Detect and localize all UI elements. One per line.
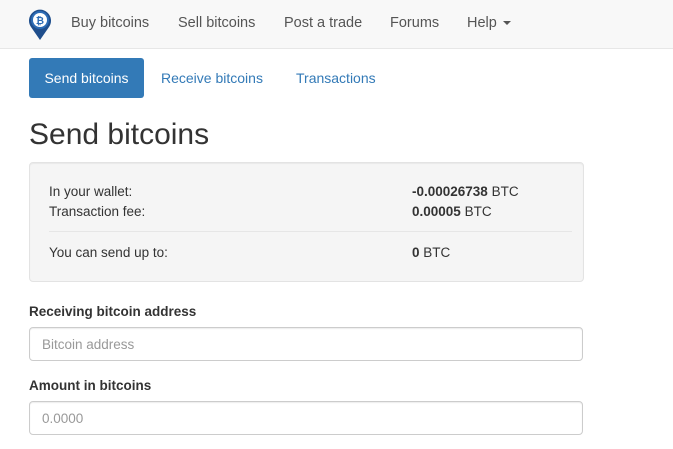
wallet-balance-unit: BTC: [491, 184, 519, 199]
caret-down-icon: [502, 21, 511, 25]
amount-label: Amount in bitcoins: [29, 378, 152, 393]
transaction-fee-value: 0.00005 BTC: [412, 204, 492, 219]
divider: [49, 231, 572, 232]
tab-send-bitcoins[interactable]: Send bitcoins: [29, 58, 144, 98]
transaction-fee-amount: 0.00005: [412, 204, 461, 219]
send-limit-label: You can send up to:: [49, 245, 168, 260]
send-limit-value: 0 BTC: [412, 245, 450, 260]
wallet-summary-panel: In your wallet: -0.00026738 BTC Transact…: [29, 162, 584, 282]
wallet-balance-value: -0.00026738 BTC: [412, 184, 519, 199]
receiving-address-label: Receiving bitcoin address: [29, 304, 197, 319]
nav-help-dropdown[interactable]: Help: [467, 0, 511, 48]
wallet-balance-amount: -0.00026738: [412, 184, 488, 199]
bitcoin-logo-icon[interactable]: ₿: [26, 7, 54, 41]
nav-forums[interactable]: Forums: [390, 0, 439, 48]
wallet-balance-label: In your wallet:: [49, 184, 133, 199]
svg-text:₿: ₿: [36, 15, 44, 27]
transaction-fee-label: Transaction fee:: [49, 204, 146, 219]
nav-help-label: Help: [467, 15, 497, 31]
nav-buy-bitcoins[interactable]: Buy bitcoins: [71, 0, 149, 48]
send-limit-unit: BTC: [423, 245, 451, 260]
page-title: Send bitcoins: [29, 118, 210, 151]
nav-sell-bitcoins[interactable]: Sell bitcoins: [178, 0, 255, 48]
top-navbar: ₿ Buy bitcoins Sell bitcoins Post a trad…: [0, 0, 673, 49]
bitcoin-address-input[interactable]: [29, 327, 583, 361]
transaction-fee-unit: BTC: [464, 204, 492, 219]
amount-input[interactable]: [29, 401, 583, 435]
nav-post-a-trade[interactable]: Post a trade: [284, 0, 362, 48]
send-limit-amount: 0: [412, 245, 420, 260]
tab-receive-bitcoins[interactable]: Receive bitcoins: [161, 58, 263, 98]
tab-transactions[interactable]: Transactions: [296, 58, 376, 98]
